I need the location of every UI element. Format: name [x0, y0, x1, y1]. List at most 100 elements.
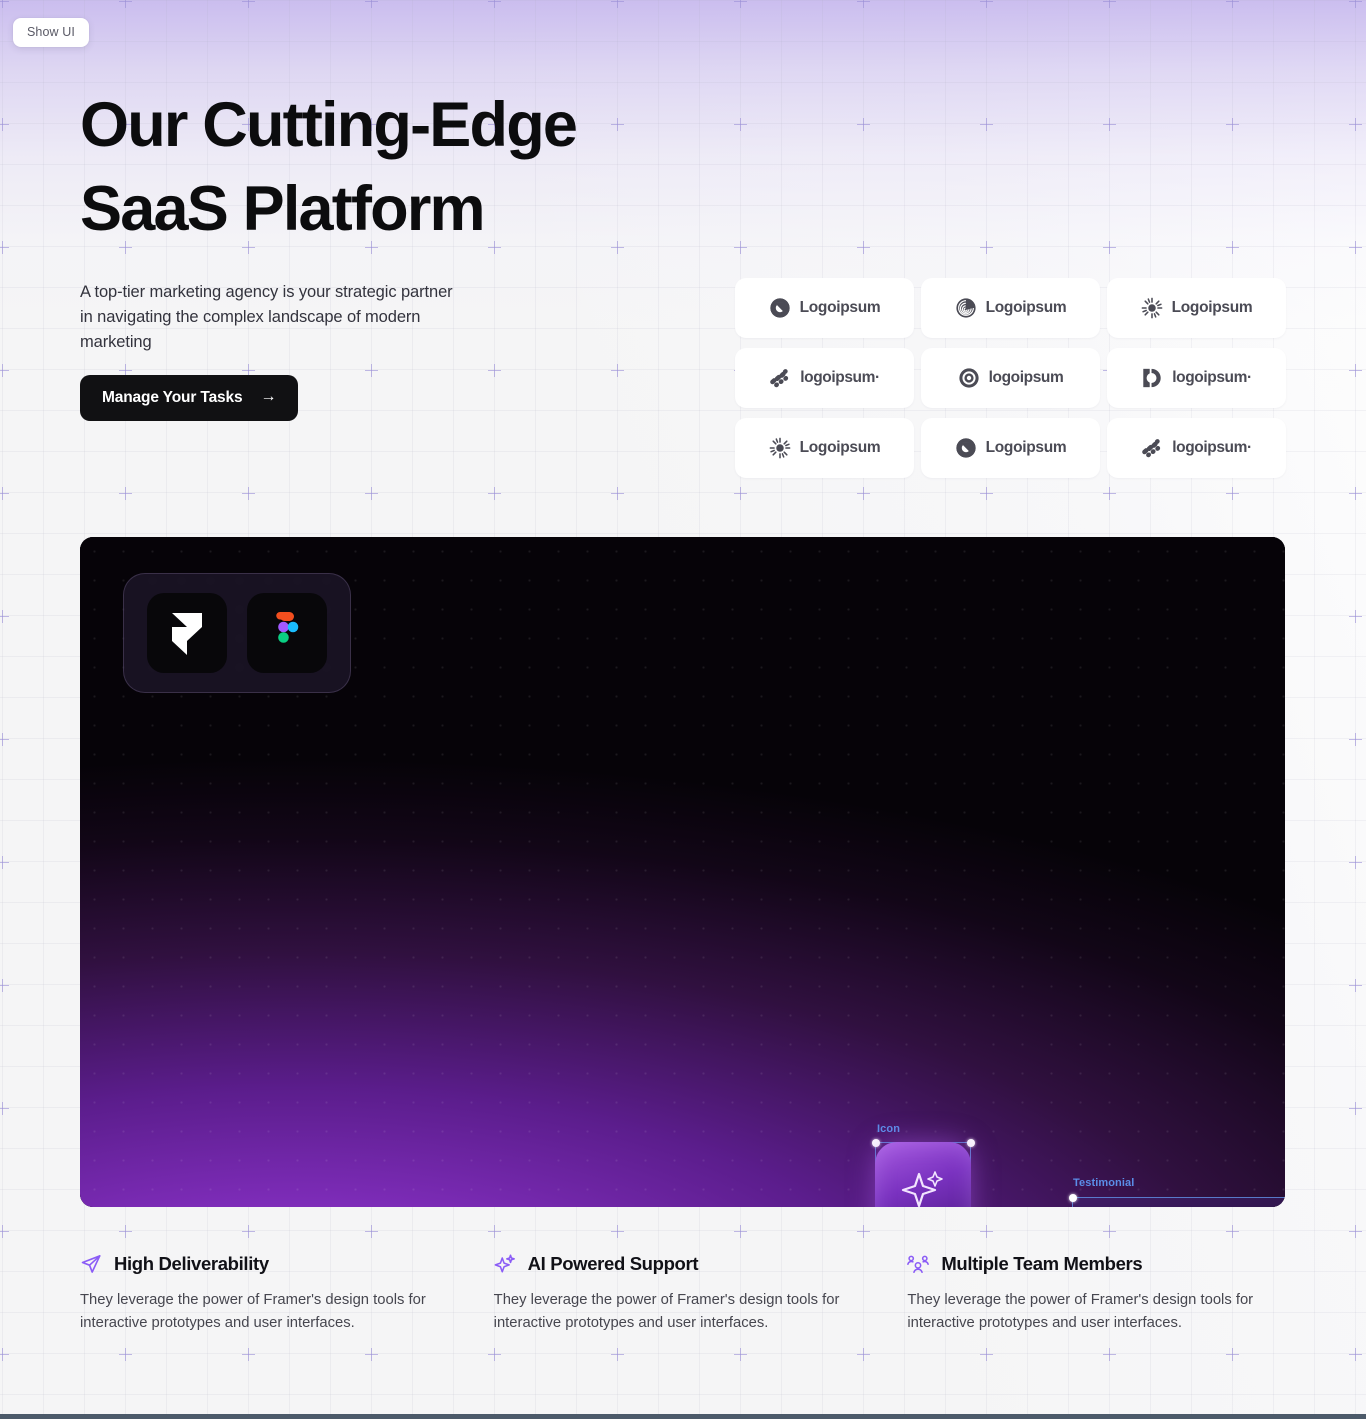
plus-mark — [611, 1348, 624, 1361]
plus-mark — [1349, 1102, 1362, 1115]
plus-mark — [1349, 487, 1362, 500]
plus-mark — [980, 1348, 993, 1361]
framer-logo-tile — [147, 593, 227, 673]
logo-card[interactable]: logoipsum· — [1107, 418, 1286, 478]
logo-card[interactable]: Logoipsum — [735, 418, 914, 478]
page-root: Show UI Our Cutting-Edge SaaS Platform A… — [0, 0, 1366, 1419]
plus-mark — [242, 487, 255, 500]
plus-mark — [980, 487, 993, 500]
plus-mark — [857, 0, 870, 8]
sunburst-icon — [1141, 297, 1163, 319]
plus-mark — [1349, 364, 1362, 377]
plus-mark — [734, 1225, 747, 1238]
plus-mark — [611, 1225, 624, 1238]
plus-mark — [488, 0, 501, 8]
plus-mark — [857, 1225, 870, 1238]
logo-name: Logoipsum — [985, 439, 1067, 456]
plus-mark — [734, 1348, 747, 1361]
plus-mark — [119, 0, 132, 8]
features-row: High Deliverability They leverage the pow… — [80, 1253, 1286, 1335]
plus-mark — [1349, 610, 1362, 623]
plus-mark — [980, 241, 993, 254]
plus-mark — [0, 979, 9, 992]
feature-description: They leverage the power of Framer's desi… — [907, 1292, 1254, 1331]
figma-logo-tile — [247, 593, 327, 673]
handle-top-left[interactable] — [1068, 1193, 1077, 1202]
plus-mark — [1103, 487, 1116, 500]
plus-mark — [1226, 487, 1239, 500]
feature-item: Multiple Team Members They leverage the p… — [907, 1253, 1286, 1335]
handle-top-left[interactable] — [871, 1138, 880, 1147]
plus-mark — [0, 733, 9, 746]
plus-mark — [857, 241, 870, 254]
plus-mark — [0, 610, 9, 623]
plus-mark — [0, 856, 9, 869]
design-tools-pill — [123, 573, 351, 693]
logo-card[interactable]: logoipsum· — [735, 348, 914, 408]
plus-mark — [980, 1225, 993, 1238]
plus-mark — [734, 241, 747, 254]
manage-tasks-button[interactable]: Manage Your Tasks → — [80, 375, 299, 421]
logo-card[interactable]: Logoipsum — [735, 278, 914, 338]
plus-mark — [1349, 1348, 1362, 1361]
plus-mark — [488, 487, 501, 500]
half-moon-icon — [1141, 367, 1163, 389]
manage-tasks-label: Manage Your Tasks — [102, 389, 243, 406]
plus-mark — [611, 241, 624, 254]
canvas-label-testimonial: Testimonial — [1073, 1177, 1135, 1189]
logo-card[interactable]: logoipsum — [921, 348, 1100, 408]
plus-mark — [242, 1348, 255, 1361]
plus-mark — [1349, 0, 1362, 8]
plus-mark — [1349, 733, 1362, 746]
plus-mark — [242, 1225, 255, 1238]
show-ui-button[interactable]: Show UI — [13, 18, 89, 47]
spiral-icon — [955, 297, 977, 319]
feature-item: High Deliverability They leverage the pow… — [80, 1253, 459, 1335]
dots-diagonal-icon — [1141, 437, 1163, 459]
plus-mark — [980, 118, 993, 131]
plus-mark — [611, 487, 624, 500]
logo-card[interactable]: Logoipsum — [921, 418, 1100, 478]
plus-mark — [734, 487, 747, 500]
plus-mark — [365, 487, 378, 500]
logo-name: logoipsum — [988, 369, 1064, 386]
plus-mark — [0, 1225, 9, 1238]
sparkle-icon-tile — [875, 1142, 971, 1207]
hero-video-card[interactable]: Icon 3D shape — [80, 537, 1285, 1207]
plus-mark — [1226, 1348, 1239, 1361]
feature-header: Multiple Team Members — [907, 1253, 1286, 1275]
plus-mark — [488, 364, 501, 377]
team-members-icon — [907, 1253, 930, 1275]
plus-mark — [0, 0, 9, 8]
plus-mark — [1349, 856, 1362, 869]
plus-mark — [365, 1348, 378, 1361]
figma-logo-icon — [276, 612, 299, 643]
plus-mark — [119, 1225, 132, 1238]
plus-mark — [242, 0, 255, 8]
bottom-status-bar — [0, 1414, 1366, 1419]
plus-mark — [0, 1102, 9, 1115]
handle-top-right[interactable] — [966, 1138, 975, 1147]
plus-mark — [1103, 1348, 1116, 1361]
plus-mark — [734, 0, 747, 8]
plus-mark — [365, 0, 378, 8]
feature-header: AI Powered Support — [494, 1253, 873, 1275]
plus-mark — [1349, 118, 1362, 131]
hero-subheading: A top-tier marketing agency is your stra… — [80, 283, 453, 351]
plus-mark — [0, 1348, 9, 1361]
logo-card[interactable]: Logoipsum — [921, 278, 1100, 338]
logo-card[interactable]: Logoipsum — [1107, 278, 1286, 338]
plus-mark — [611, 118, 624, 131]
sparkle-icon — [901, 1171, 943, 1207]
plus-mark — [857, 487, 870, 500]
target-circle-icon — [958, 367, 980, 389]
arrow-right-icon: → — [260, 388, 277, 405]
plus-mark — [980, 0, 993, 8]
feature-title: High Deliverability — [114, 1253, 269, 1274]
plus-mark — [0, 364, 9, 377]
plus-mark — [857, 118, 870, 131]
plus-mark — [1349, 979, 1362, 992]
plus-mark — [365, 1225, 378, 1238]
logo-card[interactable]: logoipsum· — [1107, 348, 1286, 408]
sparkle-icon — [494, 1253, 516, 1275]
